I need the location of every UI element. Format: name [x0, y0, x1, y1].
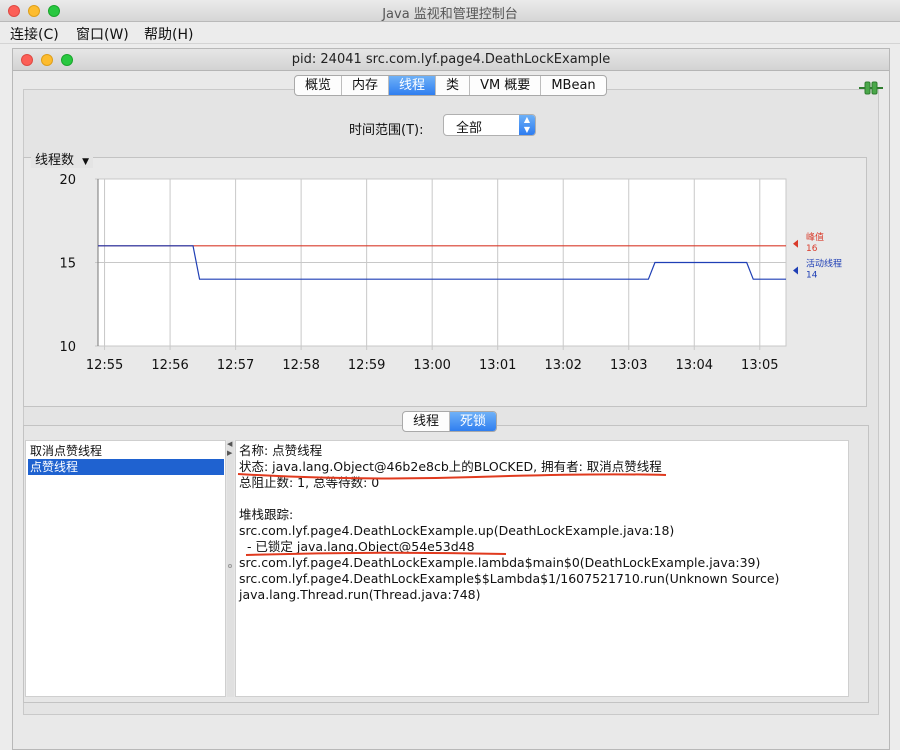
time-range-label: 时间范围(T): [349, 123, 424, 138]
connection-window: pid: 24041 src.com.lyf.page4.DeathLockEx… [12, 48, 890, 750]
time-range-select[interactable]: 全部 ▲ ▼ [443, 114, 536, 136]
tab-threads[interactable]: 线程 [389, 76, 437, 95]
x-tick-label: 13:01 [479, 358, 516, 373]
menu-window[interactable]: 窗口(W) [76, 24, 129, 44]
x-tick-label: 13:02 [544, 358, 581, 373]
connection-status-icon[interactable] [859, 80, 883, 96]
chart-title[interactable]: 线程数 ▼ [31, 149, 94, 168]
x-tick-label: 13:05 [741, 358, 778, 373]
chevron-down-icon: ▼ [82, 157, 90, 167]
x-tick-label: 12:57 [217, 358, 254, 373]
expand-right-icon[interactable]: ▶ [227, 449, 232, 457]
x-tick-label: 12:56 [151, 358, 188, 373]
tab-vm-summary[interactable]: VM 概要 [470, 76, 542, 95]
menu-bar: 连接(C) 窗口(W) 帮助(H) [0, 22, 900, 44]
y-tick-label: 10 [59, 340, 76, 355]
thread-count-chart: 20 15 10 12:55 12:56 12:57 12:58 12:59 13:00 13:0… [59, 173, 842, 373]
thread-list-item-selected[interactable]: 点赞线程 [28, 459, 224, 475]
tab-mbean[interactable]: MBean [541, 76, 605, 95]
x-tick-label: 13:00 [413, 358, 450, 373]
y-tick-label: 15 [59, 257, 76, 272]
tab-classes[interactable]: 类 [436, 76, 471, 95]
connection-title-bar: pid: 24041 src.com.lyf.page4.DeathLockEx… [13, 49, 889, 71]
red-annotation-marks [237, 473, 667, 556]
thread-detail-pane: 名称: 点赞线程 状态: java.lang.Object@46b2e8cb上的… [235, 440, 849, 697]
x-tick-label: 13:04 [676, 358, 713, 373]
app-title-bar: Java 监视和管理控制台 [0, 0, 900, 22]
menu-connect[interactable]: 连接(C) [10, 24, 59, 44]
collapse-left-icon[interactable]: ◀ [227, 440, 232, 448]
lower-tab-strip: 线程 死锁 [402, 411, 498, 432]
x-tick-label: 12:55 [86, 358, 123, 373]
legend-value: 14 [806, 271, 818, 281]
stack-frame: src.com.lyf.page4.DeathLockExample$$Lamb… [239, 571, 780, 586]
tab-thread-list[interactable]: 线程 [403, 412, 451, 431]
legend-label: 活动线程 [806, 258, 842, 270]
legend-label: 峰值 [806, 231, 824, 243]
tab-overview[interactable]: 概览 [295, 76, 343, 95]
thread-list-item[interactable]: 取消点赞线程 [28, 443, 224, 459]
chevron-updown-icon: ▲ ▼ [519, 115, 535, 135]
x-tick-label: 13:03 [610, 358, 647, 373]
menu-help[interactable]: 帮助(H) [144, 24, 193, 44]
x-tick-label: 12:59 [348, 358, 385, 373]
main-tab-strip: 概览 内存 线程 类 VM 概要 MBean [294, 75, 607, 96]
splitter-grip-icon [228, 564, 232, 568]
stack-frame: java.lang.Thread.run(Thread.java:748) [239, 587, 481, 602]
legend-marker-icon [793, 239, 798, 248]
legend-value: 16 [806, 244, 818, 254]
tab-memory[interactable]: 内存 [342, 76, 390, 95]
chart-title-text: 线程数 [35, 153, 75, 168]
legend-marker-icon [793, 266, 798, 275]
y-tick-label: 20 [59, 173, 76, 188]
x-tick-label: 12:58 [282, 358, 319, 373]
tab-deadlock[interactable]: 死锁 [450, 412, 497, 431]
app-title: Java 监视和管理控制台 [382, 7, 518, 22]
deadlock-thread-list[interactable]: 取消点赞线程 点赞线程 [25, 440, 226, 697]
split-pane-divider[interactable]: ◀ ▶ [227, 440, 234, 697]
connection-title: pid: 24041 src.com.lyf.page4.DeathLockEx… [291, 52, 611, 67]
time-range-value: 全部 [456, 121, 483, 136]
